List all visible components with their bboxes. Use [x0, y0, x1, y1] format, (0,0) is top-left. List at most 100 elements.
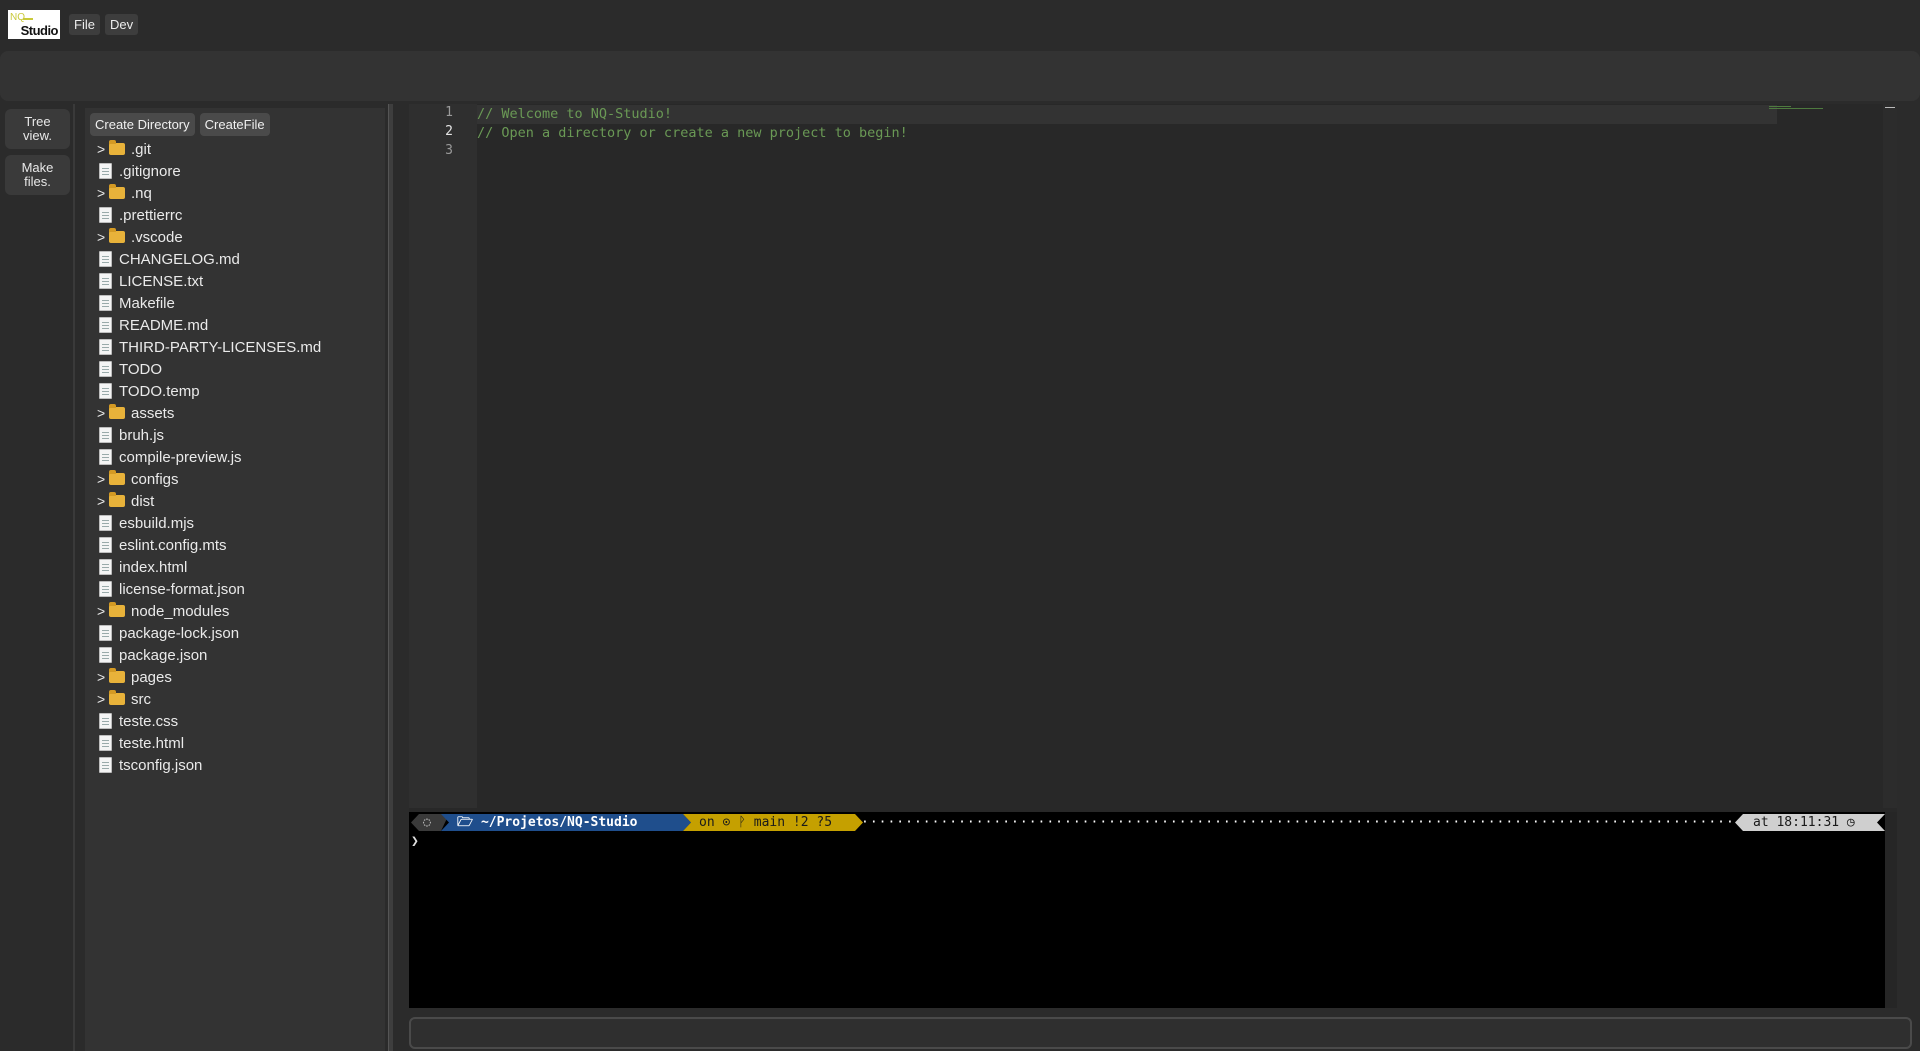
prompt-filler-dots: ········································… — [861, 815, 1741, 830]
tree-file-item[interactable]: .gitignore — [97, 160, 321, 182]
tree-item-label: bruh.js — [119, 426, 165, 444]
tree-file-item[interactable]: THIRD-PARTY-LICENSES.md — [97, 336, 321, 358]
tree-folder-item[interactable]: > pages — [97, 666, 321, 688]
path-segment: 🗁 ~/Projetos/NQ-Studio — [441, 814, 691, 831]
tree-file-item[interactable]: teste.css — [97, 710, 321, 732]
tree-folder-item[interactable]: > src — [97, 688, 321, 710]
folder-icon — [109, 140, 125, 157]
file-menu-button[interactable]: File — [69, 13, 100, 35]
tree-file-item[interactable]: compile-preview.js — [97, 446, 321, 468]
file-icon — [97, 757, 113, 773]
code-line[interactable]: // Open a directory or create a new proj… — [477, 124, 1920, 143]
file-icon — [97, 713, 113, 729]
tree-item-label: tsconfig.json — [119, 756, 203, 774]
tree-file-item[interactable]: tsconfig.json — [97, 754, 321, 776]
chevron-right-icon[interactable]: > — [97, 669, 109, 685]
tree-item-label: THIRD-PARTY-LICENSES.md — [119, 338, 322, 356]
tree-item-label: eslint.config.mts — [119, 536, 227, 554]
chevron-right-icon[interactable]: > — [97, 185, 109, 201]
make-files-label-2: files. — [24, 174, 51, 189]
code-line[interactable] — [477, 143, 1920, 162]
code-editor[interactable]: 1 2 3 // Welcome to NQ-Studio! // Open a… — [409, 104, 1897, 812]
time-segment: at 18:11:31 ◷ — [1735, 814, 1885, 831]
tree-file-item[interactable]: index.html — [97, 556, 321, 578]
command-input[interactable] — [409, 1017, 1912, 1049]
tree-folder-item[interactable]: > .nq — [97, 182, 321, 204]
tree-item-label: README.md — [119, 316, 209, 334]
tree-file-item[interactable]: eslint.config.mts — [97, 534, 321, 556]
tree-item-label: index.html — [119, 558, 188, 576]
editor-scrollbar[interactable] — [1883, 104, 1897, 808]
tree-folder-item[interactable]: > configs — [97, 468, 321, 490]
code-line[interactable]: // Welcome to NQ-Studio! — [477, 105, 1920, 124]
make-files-label-1: Make — [21, 160, 54, 175]
line-number-gutter: 1 2 3 — [409, 104, 477, 808]
tree-file-item[interactable]: package-lock.json — [97, 622, 321, 644]
menu-bar: NQ Studio File Dev — [0, 0, 1920, 48]
chevron-right-icon[interactable]: > — [97, 603, 109, 619]
minimap[interactable] — [1769, 104, 1869, 114]
tree-folder-item[interactable]: > .vscode — [97, 226, 321, 248]
file-icon — [97, 625, 113, 641]
tree-item-label: .gitignore — [119, 162, 181, 180]
toolbar-strip — [0, 51, 1920, 101]
folder-icon — [109, 602, 125, 619]
tree-item-label: package-lock.json — [119, 624, 240, 642]
tree-file-item[interactable]: LICENSE.txt — [97, 270, 321, 292]
file-icon — [97, 427, 113, 443]
create-file-button[interactable]: CreateFile — [199, 113, 270, 136]
tree-file-item[interactable]: .prettierrc — [97, 204, 321, 226]
git-segment: on ⊙ ᚹ main !2 ?5 — [683, 814, 863, 831]
chevron-right-icon[interactable]: > — [97, 405, 109, 421]
file-icon — [97, 273, 113, 289]
tree-file-item[interactable]: TODO.temp — [97, 380, 321, 402]
os-icon: ◌ — [423, 815, 431, 830]
tree-item-label: TODO.temp — [119, 382, 200, 400]
chevron-right-icon[interactable]: > — [97, 141, 109, 157]
dev-menu-button[interactable]: Dev — [104, 13, 139, 35]
tree-file-item[interactable]: bruh.js — [97, 424, 321, 446]
minimap-line — [1769, 106, 1791, 107]
terminal-panel[interactable]: ◌ 🗁 ~/Projetos/NQ-Studio on ⊙ ᚹ main !2 … — [409, 812, 1897, 1008]
file-icon — [97, 163, 113, 179]
tree-item-label: Makefile — [119, 294, 175, 312]
tree-file-item[interactable]: CHANGELOG.md — [97, 248, 321, 270]
tree-file-item[interactable]: license-format.json — [97, 578, 321, 600]
tree-folder-item[interactable]: > dist — [97, 490, 321, 512]
tree-item-label: pages — [131, 668, 172, 686]
create-directory-button[interactable]: Create Directory — [90, 113, 195, 136]
line-number: 2 — [445, 124, 453, 139]
folder-open-icon: 🗁 — [457, 815, 481, 830]
folder-icon — [109, 470, 125, 487]
tree-folder-item[interactable]: > node_modules — [97, 600, 321, 622]
file-icon — [97, 647, 113, 663]
sidebar-resize-handle[interactable] — [388, 104, 393, 1051]
tree-item-label: .nq — [131, 184, 152, 202]
tree-view-button[interactable]: Tree view. — [5, 109, 70, 149]
tree-view-label-2: view. — [23, 128, 52, 143]
chevron-right-icon[interactable]: > — [97, 691, 109, 707]
file-icon — [97, 361, 113, 377]
chevron-right-icon[interactable]: > — [97, 229, 109, 245]
terminal-scrollbar[interactable] — [1885, 812, 1897, 1008]
line-number: 3 — [445, 143, 453, 158]
tree-file-item[interactable]: Makefile — [97, 292, 321, 314]
chevron-right-icon[interactable]: > — [97, 493, 109, 509]
tree-file-item[interactable]: package.json — [97, 644, 321, 666]
make-files-button[interactable]: Make files. — [5, 155, 70, 195]
minimap-line — [1769, 108, 1823, 109]
tree-item-label: TODO — [119, 360, 163, 378]
chevron-right-icon[interactable]: > — [97, 471, 109, 487]
file-icon — [97, 383, 113, 399]
tree-folder-item[interactable]: > .git — [97, 138, 321, 160]
tree-item-label: .vscode — [131, 228, 183, 246]
tree-file-item[interactable]: TODO — [97, 358, 321, 380]
tree-file-item[interactable]: teste.html — [97, 732, 321, 754]
tree-file-item[interactable]: esbuild.mjs — [97, 512, 321, 534]
file-icon — [97, 735, 113, 751]
terminal-cursor: ❯ — [411, 834, 419, 849]
file-explorer: Create Directory CreateFile > .git .gitign… — [85, 108, 385, 1051]
tree-file-item[interactable]: README.md — [97, 314, 321, 336]
tree-item-label: LICENSE.txt — [119, 272, 204, 290]
tree-folder-item[interactable]: > assets — [97, 402, 321, 424]
